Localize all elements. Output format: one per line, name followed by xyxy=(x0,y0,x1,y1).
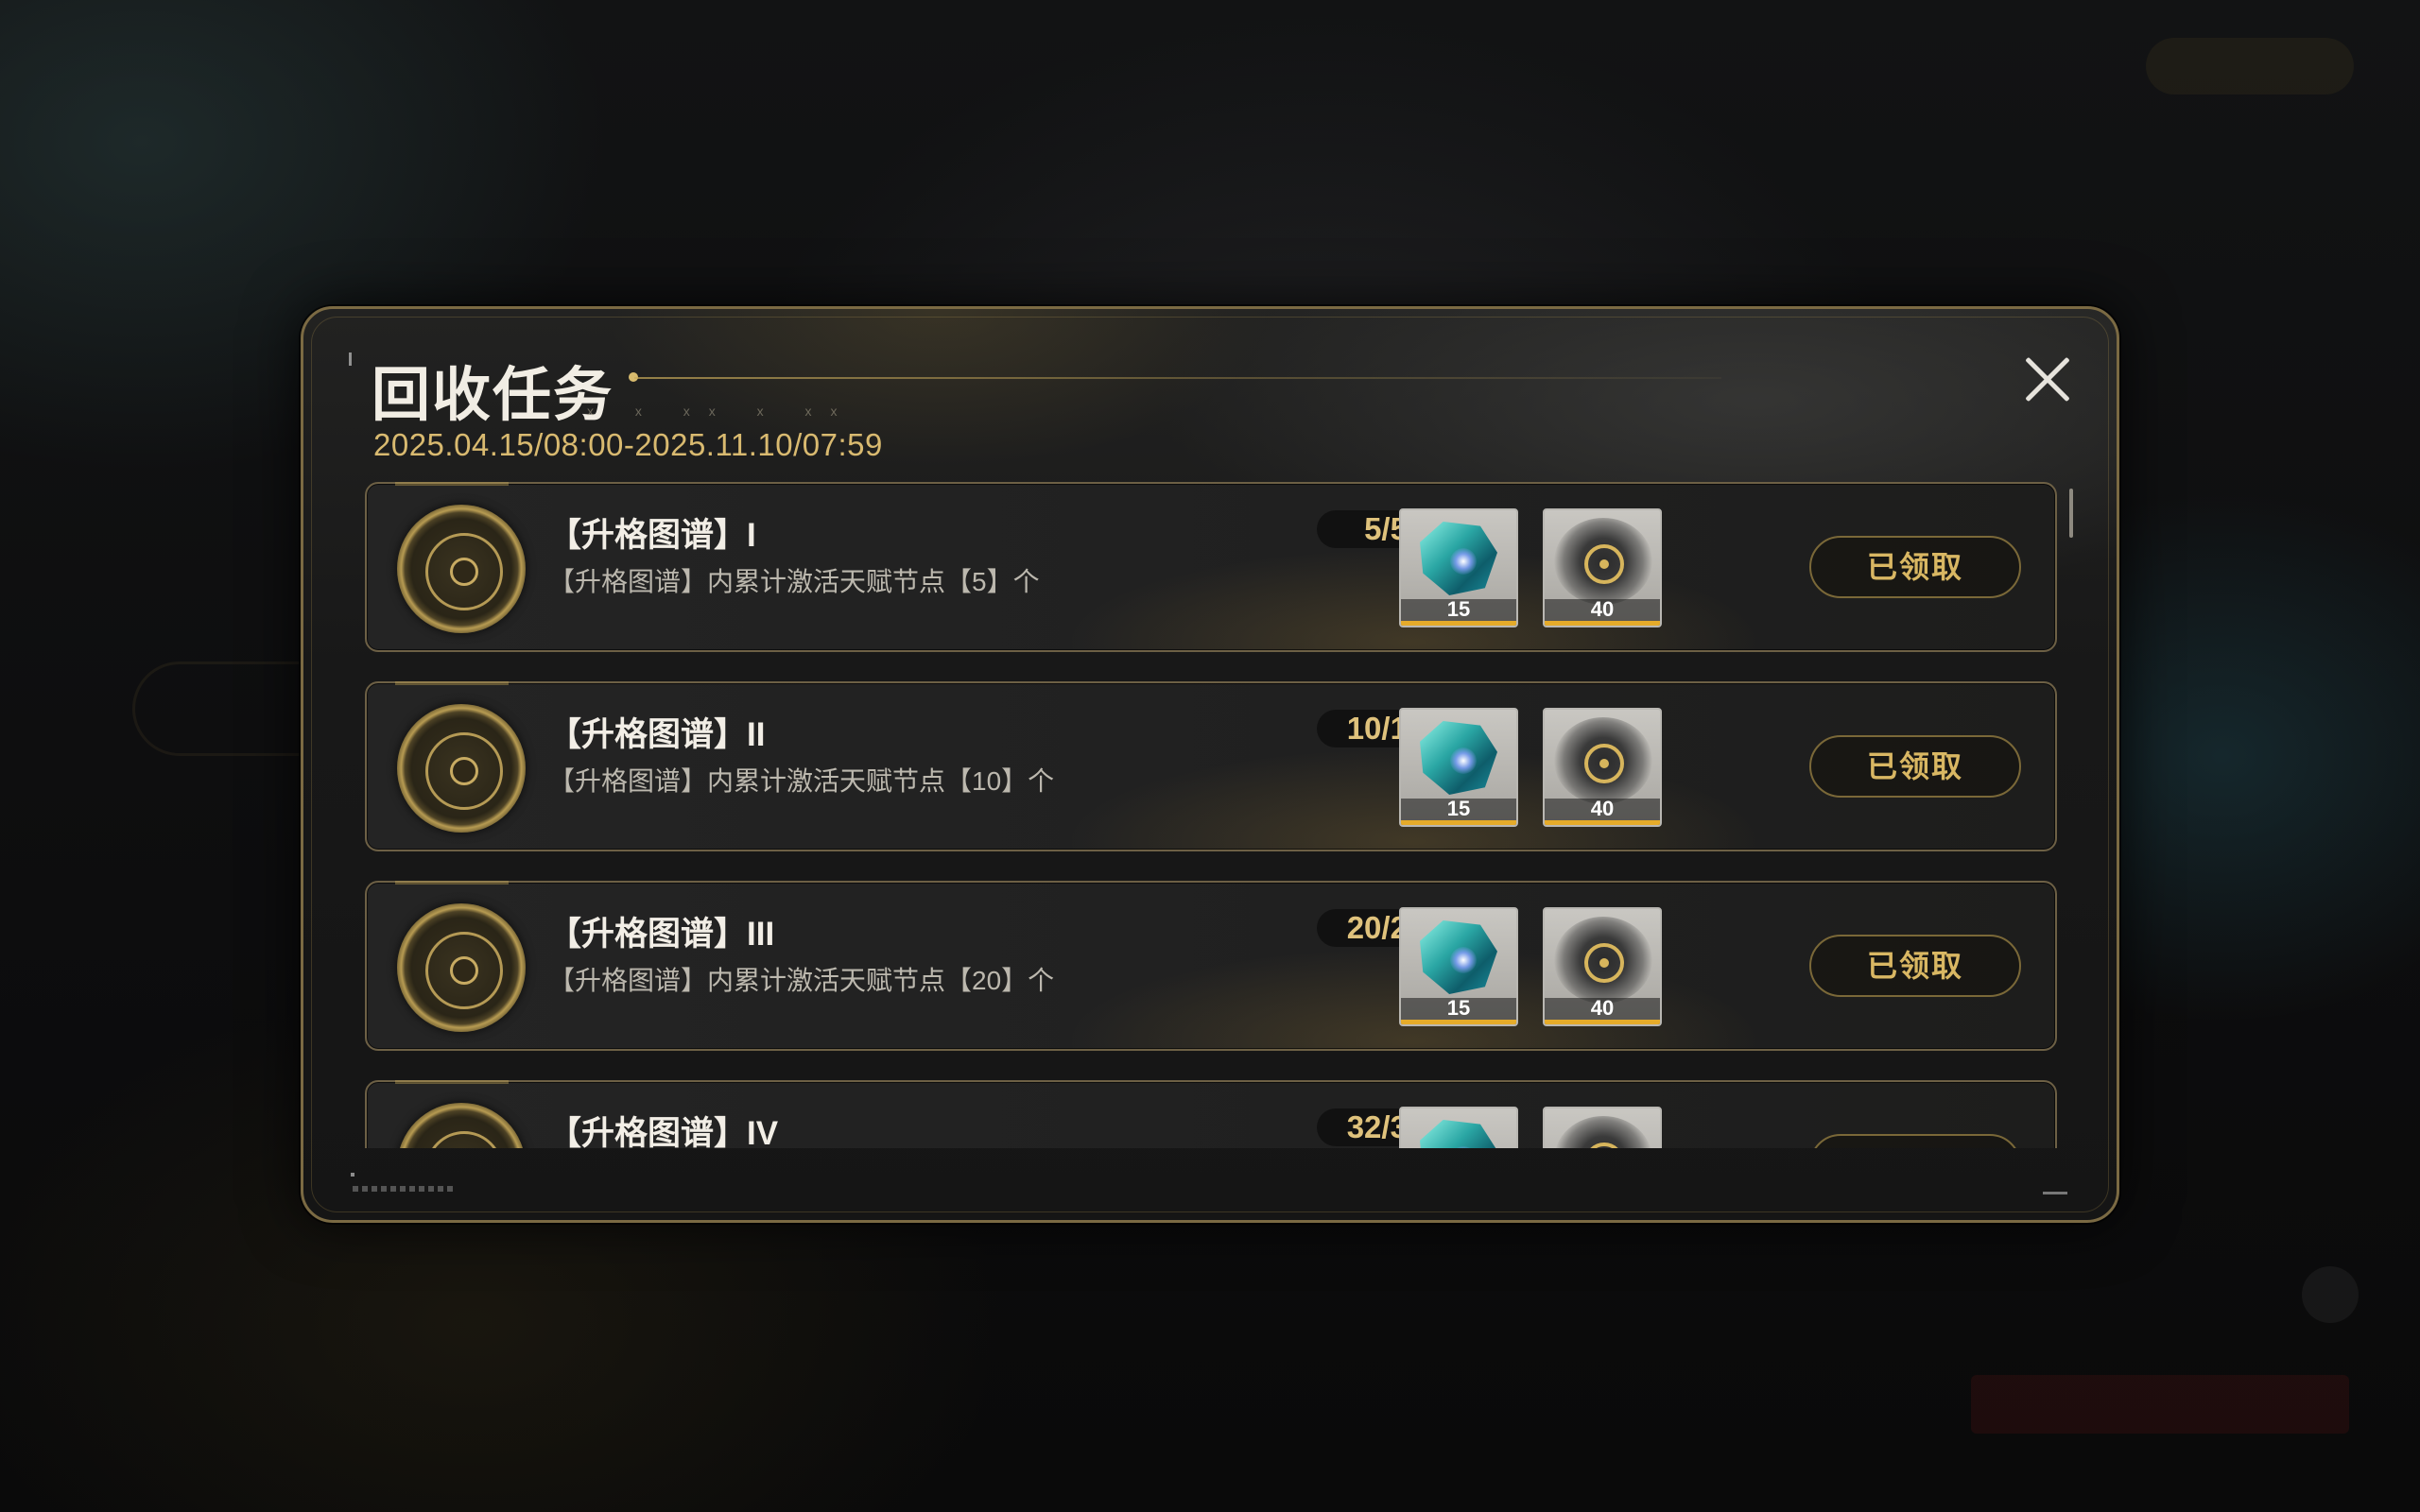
claimed-button[interactable]: 已领取 xyxy=(1809,735,2021,798)
task-card: 【升格图谱】I 【升格图谱】内累计激活天赋节点【5】个 5/5 15 40 已领… xyxy=(365,482,2057,652)
reward-item[interactable] xyxy=(1543,1107,1662,1148)
reward-item[interactable]: 15 xyxy=(1399,708,1518,827)
reward-item[interactable]: 40 xyxy=(1543,508,1662,627)
task-title: 【升格图谱】IV xyxy=(548,1115,779,1148)
reward-quantity: 40 xyxy=(1590,996,1615,1020)
claimed-button[interactable] xyxy=(1809,1134,2021,1148)
background-button-blur xyxy=(1971,1375,2349,1434)
gold-cog-icon xyxy=(1545,1108,1660,1148)
task-title: 【升格图谱】I xyxy=(548,517,756,554)
talent-chart-emblem-icon xyxy=(397,704,526,833)
reward-quantity: 15 xyxy=(1446,597,1471,621)
task-card: 【升格图谱】III 【升格图谱】内累计激活天赋节点【20】个 20/20 15 … xyxy=(365,881,2057,1051)
talent-chart-emblem-icon xyxy=(397,903,526,1032)
task-title: 【升格图谱】II xyxy=(548,716,766,753)
reward-item[interactable]: 40 xyxy=(1543,708,1662,827)
reward-quantity: 40 xyxy=(1590,797,1615,820)
dialog-title: 回收任务 xyxy=(372,363,614,428)
task-description: 【升格图谱】内累计激活天赋节点【10】个 xyxy=(548,766,1055,796)
task-list[interactable]: 【升格图谱】I 【升格图谱】内累计激活天赋节点【5】个 5/5 15 40 已领… xyxy=(365,482,2061,1148)
reward-item[interactable] xyxy=(1399,1107,1518,1148)
recycle-task-dialog: 回收任务 x x xx x xx 2025.04.15/08:00-2025.1… xyxy=(301,306,2119,1223)
reward-quantity: 15 xyxy=(1446,797,1471,820)
reward-item[interactable]: 15 xyxy=(1399,508,1518,627)
reward-quantity: 40 xyxy=(1590,597,1615,621)
corner-mark xyxy=(2043,1192,2067,1194)
reward-quantity: 15 xyxy=(1446,996,1471,1020)
claimed-button[interactable]: 已领取 xyxy=(1809,536,2021,598)
event-date-range: 2025.04.15/08:00-2025.11.10/07:59 xyxy=(373,427,883,462)
corner-mark xyxy=(351,1173,354,1177)
task-card: 【升格图谱】II 【升格图谱】内累计激活天赋节点【10】个 10/10 15 4… xyxy=(365,681,2057,851)
decorative-marks: x x xx x xx xyxy=(587,404,856,419)
task-description: 【升格图谱】内累计激活天赋节点【5】个 xyxy=(548,567,1040,596)
close-icon[interactable] xyxy=(2014,347,2081,413)
talent-chart-emblem-icon xyxy=(397,1103,526,1148)
background-badge-blur xyxy=(2146,38,2354,94)
title-divider xyxy=(634,377,1721,379)
teal-crystal-icon xyxy=(1401,1108,1516,1148)
corner-mark xyxy=(349,352,352,366)
reward-item[interactable]: 40 xyxy=(1543,907,1662,1026)
footer-decoration xyxy=(353,1186,457,1192)
task-description: 【升格图谱】内累计激活天赋节点【20】个 xyxy=(548,966,1055,995)
reward-item[interactable]: 15 xyxy=(1399,907,1518,1026)
task-title: 【升格图谱】III xyxy=(548,916,775,953)
claimed-button[interactable]: 已领取 xyxy=(1809,935,2021,997)
talent-chart-emblem-icon xyxy=(397,505,526,633)
task-card: 【升格图谱】IV 32/32 xyxy=(365,1080,2057,1148)
list-scrollbar[interactable] xyxy=(2069,489,2073,538)
background-circle-blur xyxy=(2302,1266,2359,1323)
